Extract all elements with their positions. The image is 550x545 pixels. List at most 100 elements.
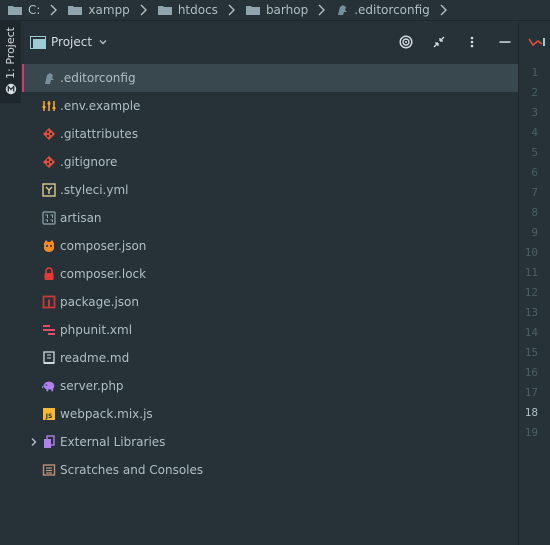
tree-item-label: .editorconfig xyxy=(60,71,136,85)
project-tool-tab[interactable]: 1: Project xyxy=(0,25,21,101)
chevron-right-icon xyxy=(228,4,235,16)
lock-icon xyxy=(42,267,56,281)
tree-item-artisan[interactable]: artisan xyxy=(22,204,519,232)
tree-item-scratches[interactable]: Scratches and Consoles xyxy=(22,456,519,484)
scratches-icon xyxy=(42,463,56,477)
editorconfig-tab-icon[interactable] xyxy=(528,35,546,49)
breadcrumb-item-editorconfig[interactable]: .editorconfig xyxy=(328,0,450,20)
line-number: 19 xyxy=(524,426,538,439)
line-number: 2 xyxy=(531,86,538,99)
tree-item-gitattributes[interactable]: .gitattributes xyxy=(22,120,519,148)
composer-icon xyxy=(42,239,56,253)
options-menu-icon xyxy=(470,36,474,48)
tree-item-gitignore[interactable]: .gitignore xyxy=(22,148,519,176)
line-number: 7 xyxy=(531,186,538,199)
chevron-right-icon xyxy=(140,4,147,16)
tree-item-label: server.php xyxy=(60,379,124,393)
editor-tab-strip xyxy=(519,21,550,63)
breadcrumb-item-barhop[interactable]: barhop xyxy=(238,0,328,20)
line-number: 9 xyxy=(531,226,538,239)
line-number: 16 xyxy=(524,366,538,379)
editorconfig-file-icon xyxy=(338,5,348,15)
tree-item-package-json[interactable]: package.json xyxy=(22,288,519,316)
project-panel-header: Project xyxy=(22,21,519,63)
tree-item-server-php[interactable]: server.php xyxy=(22,372,519,400)
breadcrumb-item-xampp[interactable]: xampp xyxy=(60,0,149,20)
line-number: 15 xyxy=(524,346,538,359)
collapse-all-button[interactable] xyxy=(432,35,446,49)
chevron-right-icon xyxy=(318,4,326,16)
npm-icon xyxy=(42,295,56,309)
breadcrumb: C: xampp htdocs barhop .editorconfig xyxy=(0,0,550,21)
git-icon xyxy=(42,127,56,141)
tree-item-label: package.json xyxy=(60,295,140,309)
tree-item-external-libraries[interactable]: External Libraries xyxy=(22,428,519,456)
folder-icon xyxy=(245,6,260,15)
line-number: 14 xyxy=(524,326,538,339)
tree-item-composer-lock[interactable]: composer.lock xyxy=(22,260,519,288)
xml-icon xyxy=(42,323,56,337)
line-number: 12 xyxy=(524,286,538,299)
line-number: 11 xyxy=(524,266,538,279)
project-view-selector[interactable]: Project xyxy=(30,35,108,49)
hide-panel-icon xyxy=(499,41,511,43)
env-settings-icon xyxy=(42,99,56,113)
breadcrumb-label: htdocs xyxy=(177,3,218,17)
project-panel: Project .editorconfig .env.example .gita… xyxy=(22,21,519,545)
folder-icon xyxy=(157,6,172,15)
yaml-icon xyxy=(42,183,56,197)
project-tree: .editorconfig .env.example .gitattribute… xyxy=(22,64,519,484)
tree-item-webpack-mix[interactable]: JS webpack.mix.js xyxy=(22,400,519,428)
git-icon xyxy=(42,155,56,169)
tree-item-label: External Libraries xyxy=(60,435,166,449)
project-tool-tab-label: 1: Project xyxy=(4,27,17,79)
tree-item-styleci[interactable]: .styleci.yml xyxy=(22,176,519,204)
hide-panel-button[interactable] xyxy=(498,35,512,49)
line-number: 17 xyxy=(524,386,538,399)
chevron-right-icon xyxy=(50,4,58,16)
library-icon xyxy=(42,435,56,449)
chevron-right-icon[interactable] xyxy=(29,437,39,447)
javascript-icon: JS xyxy=(42,407,56,421)
line-number: 13 xyxy=(524,306,538,319)
project-panel-title: Project xyxy=(51,35,93,49)
tree-item-label: .gitignore xyxy=(60,155,118,169)
options-menu-button[interactable] xyxy=(465,35,479,49)
breadcrumb-label: xampp xyxy=(88,3,130,17)
tree-item-readme[interactable]: readme.md xyxy=(22,344,519,372)
tree-item-phpunit-xml[interactable]: phpunit.xml xyxy=(22,316,519,344)
tree-item-label: webpack.mix.js xyxy=(60,407,153,421)
line-number: 3 xyxy=(531,106,538,119)
line-number: 8 xyxy=(531,206,538,219)
locate-file-button[interactable] xyxy=(399,35,413,49)
breadcrumb-label: barhop xyxy=(265,3,309,17)
breadcrumb-item-htdocs[interactable]: htdocs xyxy=(150,0,238,20)
project-folder-icon xyxy=(30,35,46,49)
tree-item-label: phpunit.xml xyxy=(60,323,133,337)
folder-icon xyxy=(68,6,83,15)
editorconfig-icon xyxy=(42,71,56,85)
tree-item-env-example[interactable]: .env.example xyxy=(22,92,519,120)
php-elephant-icon xyxy=(42,379,56,393)
tree-item-label: readme.md xyxy=(60,351,130,365)
breadcrumb-label: .editorconfig xyxy=(354,3,430,17)
tree-item-label: .env.example xyxy=(60,99,141,113)
tree-item-composer-json[interactable]: composer.json xyxy=(22,232,519,260)
tree-item-editorconfig[interactable]: .editorconfig xyxy=(22,64,519,92)
markdown-icon xyxy=(42,351,56,365)
line-number: 10 xyxy=(524,246,538,259)
collapse-all-icon xyxy=(433,36,445,48)
line-number: 4 xyxy=(531,126,538,139)
tree-item-label: .gitattributes xyxy=(60,127,139,141)
project-mode-icon xyxy=(5,83,16,95)
tree-item-label: .styleci.yml xyxy=(60,183,129,197)
tree-item-label: artisan xyxy=(60,211,102,225)
line-number-current: 18 xyxy=(524,406,538,419)
editor-line-gutter: 1 2 3 4 5 6 7 8 9 10 11 12 13 14 15 16 1… xyxy=(519,63,550,545)
breadcrumb-label: C: xyxy=(28,3,41,17)
tree-item-label: composer.lock xyxy=(60,267,147,281)
breadcrumb-item-c[interactable]: C: xyxy=(0,0,60,20)
chevron-down-icon xyxy=(99,40,107,45)
folder-icon xyxy=(8,6,22,15)
line-number: 1 xyxy=(531,66,538,79)
